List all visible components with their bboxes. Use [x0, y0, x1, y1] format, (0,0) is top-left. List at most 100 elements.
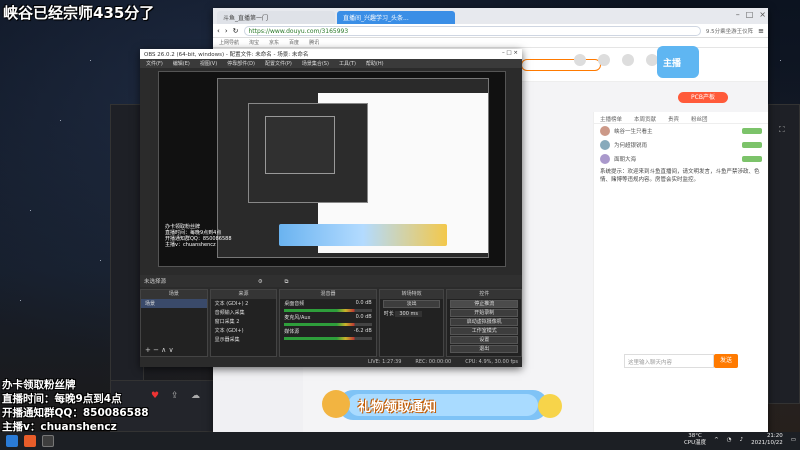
cpu-status: CPU: 4.9%, 30.00 fps: [465, 359, 518, 365]
start-icon[interactable]: [6, 435, 18, 447]
pcb-button[interactable]: PCB产板: [678, 92, 728, 103]
settings-button[interactable]: 设置: [450, 336, 518, 344]
url-input[interactable]: https://www.douyu.com/3165993: [243, 25, 701, 36]
send-button[interactable]: 发送: [714, 354, 738, 368]
rank-row[interactable]: 为何超银锐雨: [594, 138, 768, 152]
back-icon[interactable]: ‹: [217, 27, 220, 35]
clock[interactable]: 21:20 2021/10/22: [751, 433, 783, 447]
mixer-panel: 混音器 桌面音频 0.0 dB 麦克风/Aux 0.0 dB 媒体源 -6.2 …: [279, 289, 377, 357]
scene-controls[interactable]: + − ∧ ∨: [145, 346, 174, 354]
obs-menu-item[interactable]: 场景集合(S): [302, 60, 329, 67]
chat-input[interactable]: 这里输入聊天内容: [624, 354, 714, 368]
history-icon[interactable]: [574, 54, 586, 66]
browser-tab-1[interactable]: 斗鱼_直播第一门: [217, 11, 335, 24]
rank-row[interactable]: 峡谷一生只看主: [594, 124, 768, 138]
exit-button[interactable]: 退出: [450, 345, 518, 353]
rank-row[interactable]: 面朝大海: [594, 152, 768, 166]
expand-icon[interactable]: ⛶: [779, 125, 785, 135]
taskbar: 38°C CPU温度 ^ ◔ ♪ 21:20 2021/10/22 ▭: [0, 432, 800, 450]
source-item[interactable]: 文本 (GDI+) 2: [211, 299, 277, 308]
obs-menu-item[interactable]: 工具(T): [339, 60, 356, 67]
filters-icon[interactable]: ⧉: [284, 279, 288, 285]
rank-name: 峡谷一生只看主: [614, 129, 653, 135]
chat-notice: 系统提示：欢迎来到斗鱼直播间，请文明发言，斗鱼严禁涉政、色情、赌博等违规内容。房…: [600, 169, 760, 183]
audio-meter[interactable]: [284, 337, 372, 340]
audio-meter[interactable]: [284, 309, 372, 312]
obs-menu-item[interactable]: 文件(F): [146, 60, 163, 67]
scene-item[interactable]: 场景: [141, 299, 207, 308]
nested-preview-2: [248, 103, 368, 203]
volume-icon[interactable]: ♪: [740, 437, 744, 443]
obs-menu-item[interactable]: 停靠部件(D): [227, 60, 255, 67]
maximize-icon[interactable]: □: [746, 10, 754, 19]
close-icon[interactable]: ×: [759, 10, 766, 19]
browser-tab-2[interactable]: 直播间_兴趣学习_头条...: [337, 11, 455, 24]
refresh-icon[interactable]: ↻: [233, 27, 239, 35]
obs-menu-item[interactable]: 帮助(H): [366, 60, 384, 67]
bookmark-item[interactable]: 腾讯: [309, 39, 319, 46]
share-icon[interactable]: ⇪: [171, 391, 179, 401]
bookmark-item[interactable]: 淘宝: [249, 39, 259, 46]
address-bar: ‹ › ↻ https://www.douyu.com/3165993 9.5分…: [213, 24, 768, 38]
preview-line: 主播v：chuanshencz: [165, 242, 216, 248]
bookmark-item[interactable]: 百度: [289, 39, 299, 46]
obs-preview[interactable]: 办卡领取粉丝牌 直播时间：每晚9点到4点 开播通知群QQ：850086588 主…: [158, 71, 506, 267]
nested-preview-3: [265, 116, 335, 174]
obs-menu-item[interactable]: 配置文件(P): [265, 60, 292, 67]
sources-panel: 来源 文本 (GDI+) 2 音频输入采集 窗口采集 2 文本 (GDI+) 显…: [209, 289, 278, 357]
studio-mode-button[interactable]: 工作室模式: [450, 327, 518, 335]
obs-taskbar-icon[interactable]: [42, 435, 54, 447]
mixer-name: 桌面音频: [284, 301, 305, 307]
chat-tab[interactable]: 贵宾: [668, 115, 679, 123]
source-item[interactable]: 显示器采集: [211, 335, 277, 344]
heart-icon[interactable]: ♥: [151, 391, 159, 401]
duration-text: 时长: [383, 311, 394, 317]
source-item[interactable]: 窗口采集 2: [211, 317, 277, 326]
source-item[interactable]: 文本 (GDI+): [211, 326, 277, 335]
bookmark-item[interactable]: 京东: [269, 39, 279, 46]
obs-menu-item[interactable]: 编辑(E): [173, 60, 190, 67]
forward-icon[interactable]: ›: [225, 27, 228, 35]
rank-avatar: [600, 126, 610, 136]
stop-streaming-button[interactable]: 停止推流: [450, 300, 518, 308]
source-item[interactable]: 音频输入采集: [211, 308, 277, 317]
overlay-line: 办卡领取粉丝牌: [2, 379, 76, 391]
obs-menu-item[interactable]: 视图(V): [200, 60, 217, 67]
start-recording-button[interactable]: 开始录制: [450, 309, 518, 317]
cpu-temp-label: CPU温度: [683, 440, 707, 446]
notification-icon[interactable]: ▭: [791, 437, 796, 443]
obs-statusbar: LIVE: 1:27:39 REC: 00:00:00 CPU: 4.9%, 3…: [140, 358, 522, 367]
obs-window: OBS 26.0.2 (64-bit, windows) - 配置文件: 未命名…: [140, 49, 522, 367]
chat-tab[interactable]: 粉丝团: [691, 115, 708, 123]
virtual-camera-button[interactable]: 启动虚拟摄像机: [450, 318, 518, 326]
obs-window-controls[interactable]: – □ ×: [502, 50, 518, 58]
panel-header: 场景: [141, 290, 207, 299]
gift-banner-art: [322, 390, 562, 420]
chat-panel: 主播榜单 本周贡献 贵宾 粉丝团 峡谷一生只看主 为何超银锐雨 面朝大海 系统提…: [593, 112, 768, 438]
mixer-track-label: 桌面音频 0.0 dB: [280, 299, 375, 308]
mixer-db: 0.0 dB: [355, 314, 372, 320]
cpu-temp-widget[interactable]: 38°C CPU温度: [684, 433, 706, 447]
minimize-icon[interactable]: –: [736, 10, 740, 19]
clock-time: 21:20: [766, 433, 783, 439]
rank-badge: [742, 156, 762, 162]
follow-icon[interactable]: [598, 54, 610, 66]
transition-select[interactable]: 淡出: [382, 300, 441, 308]
bookmark-item[interactable]: 上网导航: [219, 39, 239, 46]
audio-meter[interactable]: [284, 323, 372, 326]
download-icon[interactable]: [622, 54, 634, 66]
promo-badge[interactable]: 主播: [653, 42, 703, 82]
search-hint[interactable]: 9.5分乘坐游王仪阵: [706, 27, 753, 35]
mixer-track-label: 媒体源 -6.2 dB: [280, 327, 375, 336]
app-icon[interactable]: [24, 435, 36, 447]
cloud-icon[interactable]: ☁: [191, 391, 200, 401]
chat-tab[interactable]: 本周贡献: [634, 115, 656, 123]
live-status: LIVE: 1:27:39: [367, 359, 402, 365]
chat-tab[interactable]: 主播榜单: [600, 115, 622, 123]
network-icon[interactable]: ◔: [727, 437, 732, 443]
chevron-up-icon[interactable]: ^: [714, 437, 719, 443]
duration-input[interactable]: 300 ms: [395, 311, 422, 317]
properties-icon[interactable]: ⚙: [258, 279, 263, 285]
menu-icon[interactable]: ≡: [758, 27, 764, 35]
window-controls: – □ ×: [736, 10, 766, 19]
